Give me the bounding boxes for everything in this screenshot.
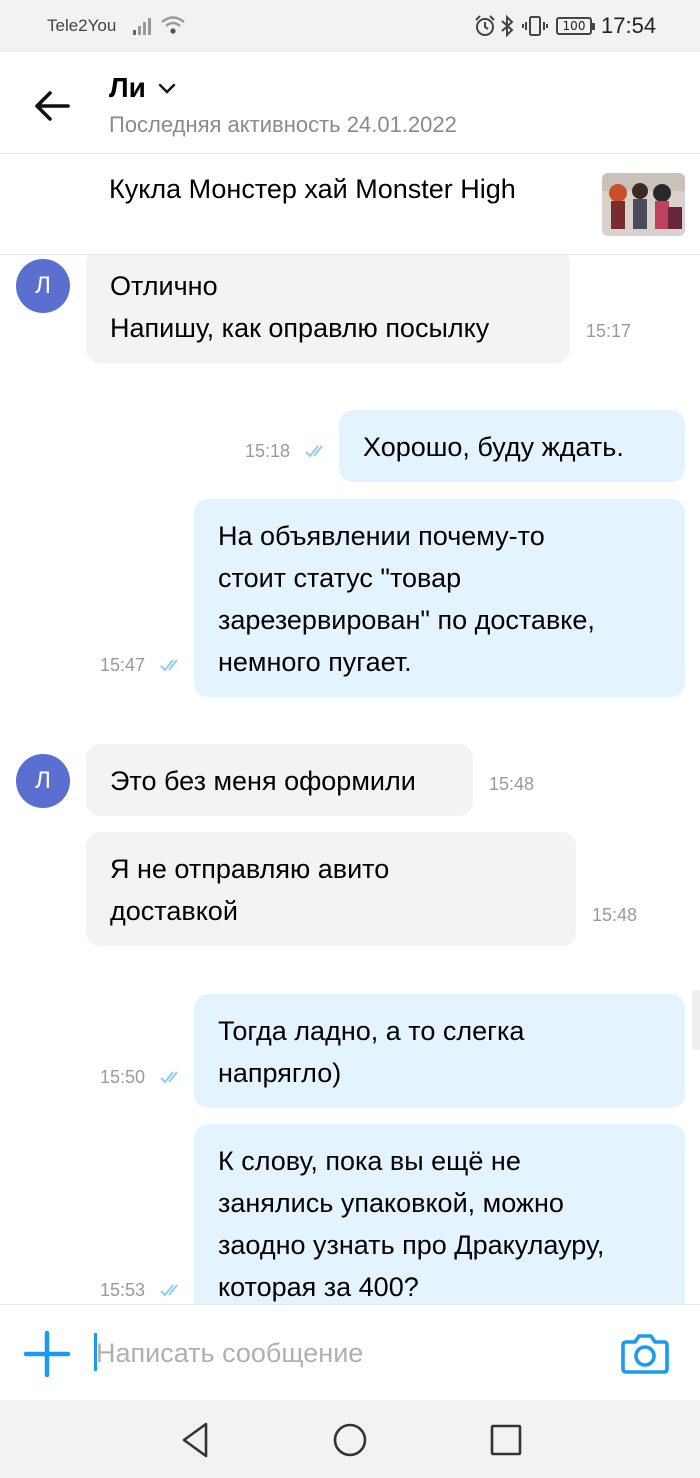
message-text: Хорошо, буду ждать. <box>363 432 624 462</box>
message-text: напрягло) <box>218 1058 342 1088</box>
message-time: 15:17 <box>586 321 632 341</box>
chat-header: Ли Последняя активность 24.01.2022 <box>0 52 700 154</box>
message-time: 15:18 <box>245 441 291 461</box>
message-time: 15:50 <box>100 1067 146 1087</box>
message-list[interactable]: Л Отлично Напишу, как оправлю посылку 15… <box>0 255 700 1304</box>
message-text: заодно узнать про Дракулауру, <box>218 1230 605 1260</box>
message-bubble[interactable]: Это без меня оформили <box>86 744 473 816</box>
message-text: Это без меня оформили <box>110 766 416 796</box>
scrollbar[interactable] <box>692 990 700 1050</box>
message-bubble[interactable]: Отлично Напишу, как оправлю посылку <box>86 255 570 363</box>
back-triangle-icon[interactable] <box>174 1418 218 1462</box>
wifi-icon <box>161 16 185 34</box>
carrier-name: Tele2You <box>47 16 117 35</box>
listing-banner[interactable]: Кукла Монстер хай Monster High <box>0 154 700 255</box>
message-text: немного пугает. <box>218 647 412 677</box>
listing-thumbnail[interactable] <box>602 173 685 236</box>
read-ticks-icon <box>160 1284 178 1297</box>
status-bar: Tele2You 100 17:54 <box>0 0 700 52</box>
read-ticks-icon <box>160 1071 178 1084</box>
contact-name[interactable]: Ли <box>109 72 146 104</box>
message-text: К слову, пока вы ещё не <box>218 1146 521 1176</box>
recents-square-icon[interactable] <box>484 1418 528 1462</box>
avatar[interactable]: Л <box>16 754 70 808</box>
battery-icon: 100 <box>556 17 595 35</box>
listing-title[interactable]: Кукла Монстер хай Monster High <box>109 170 549 208</box>
last-activity: Последняя активность 24.01.2022 <box>109 112 457 137</box>
vibrate-icon <box>522 16 548 36</box>
message-text: доставкой <box>110 896 238 926</box>
message-text: стоит статус "товар <box>218 563 462 593</box>
bluetooth-icon <box>501 14 514 38</box>
message-text: зарезервирован" по доставке, <box>218 605 595 635</box>
message-composer <box>0 1304 700 1400</box>
message-text: Тогда ладно, а то слегка <box>218 1016 525 1046</box>
message-bubble[interactable]: Я не отправляю авито доставкой <box>86 832 576 946</box>
read-ticks-icon <box>305 445 323 458</box>
plus-icon[interactable] <box>22 1329 72 1379</box>
read-ticks-icon <box>160 659 178 672</box>
message-text: которая за 400? <box>218 1272 419 1302</box>
message-input[interactable] <box>96 1329 576 1377</box>
camera-icon[interactable] <box>620 1331 670 1375</box>
message-time: 15:53 <box>100 1280 146 1300</box>
home-circle-icon[interactable] <box>328 1418 372 1462</box>
alarm-icon <box>475 15 495 36</box>
message-bubble[interactable]: К слову, пока вы ещё не занялись упаковк… <box>194 1124 685 1304</box>
message-time: 15:48 <box>592 905 638 925</box>
system-nav-bar <box>0 1400 700 1478</box>
message-text: На объявлении почему-то <box>218 521 545 551</box>
message-text: Напишу, как оправлю посылку <box>110 313 490 343</box>
message-text: занялись упаковкой, можно <box>218 1188 564 1218</box>
message-time: 15:47 <box>100 655 146 675</box>
message-bubble[interactable]: На объявлении почему-то стоит статус "то… <box>194 499 685 697</box>
message-text: Отлично <box>110 271 218 301</box>
message-bubble[interactable]: Тогда ладно, а то слегка напрягло) <box>194 994 685 1108</box>
message-bubble[interactable]: Хорошо, буду ждать. <box>339 410 685 482</box>
arrow-left-icon[interactable] <box>30 86 74 126</box>
chevron-down-icon[interactable] <box>157 80 177 96</box>
clock: 17:54 <box>601 13 657 38</box>
signal-icon <box>133 18 151 35</box>
message-time: 15:48 <box>489 774 535 794</box>
message-text: Я не отправляю авито <box>110 854 390 884</box>
avatar[interactable]: Л <box>16 259 70 313</box>
